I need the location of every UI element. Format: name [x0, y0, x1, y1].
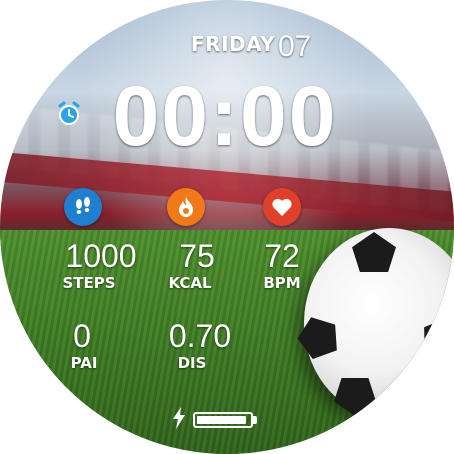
pai-label: PAI	[70, 354, 98, 372]
lightning-bolt-icon	[173, 407, 185, 429]
battery-indicator	[193, 412, 253, 428]
steps-value: 1000	[65, 238, 137, 274]
kcal-value: 75	[179, 238, 215, 274]
day-of-week: FRIDAY	[191, 32, 276, 56]
bpm-value: 72	[264, 238, 300, 274]
footprints-icon[interactable]	[64, 188, 102, 226]
bpm-label: BPM	[263, 274, 301, 292]
digital-time: 00:00	[112, 69, 338, 163]
distance-label: DIS	[177, 354, 207, 372]
battery-tip	[253, 416, 257, 424]
steps-label: STEPS	[62, 274, 116, 292]
watch-face: FRIDAY 07 00:00 1000 STEPS 75 KCAL 72 BP…	[0, 0, 454, 454]
heart-icon[interactable]	[263, 188, 301, 226]
flame-icon[interactable]	[167, 188, 205, 226]
distance-value: 0.70	[168, 318, 232, 354]
kcal-label: KCAL	[168, 274, 212, 292]
day-of-month: 07	[278, 30, 312, 63]
pai-value: 0	[73, 318, 91, 354]
battery-level-fill	[197, 416, 246, 424]
alarm-clock-icon[interactable]	[55, 100, 83, 128]
